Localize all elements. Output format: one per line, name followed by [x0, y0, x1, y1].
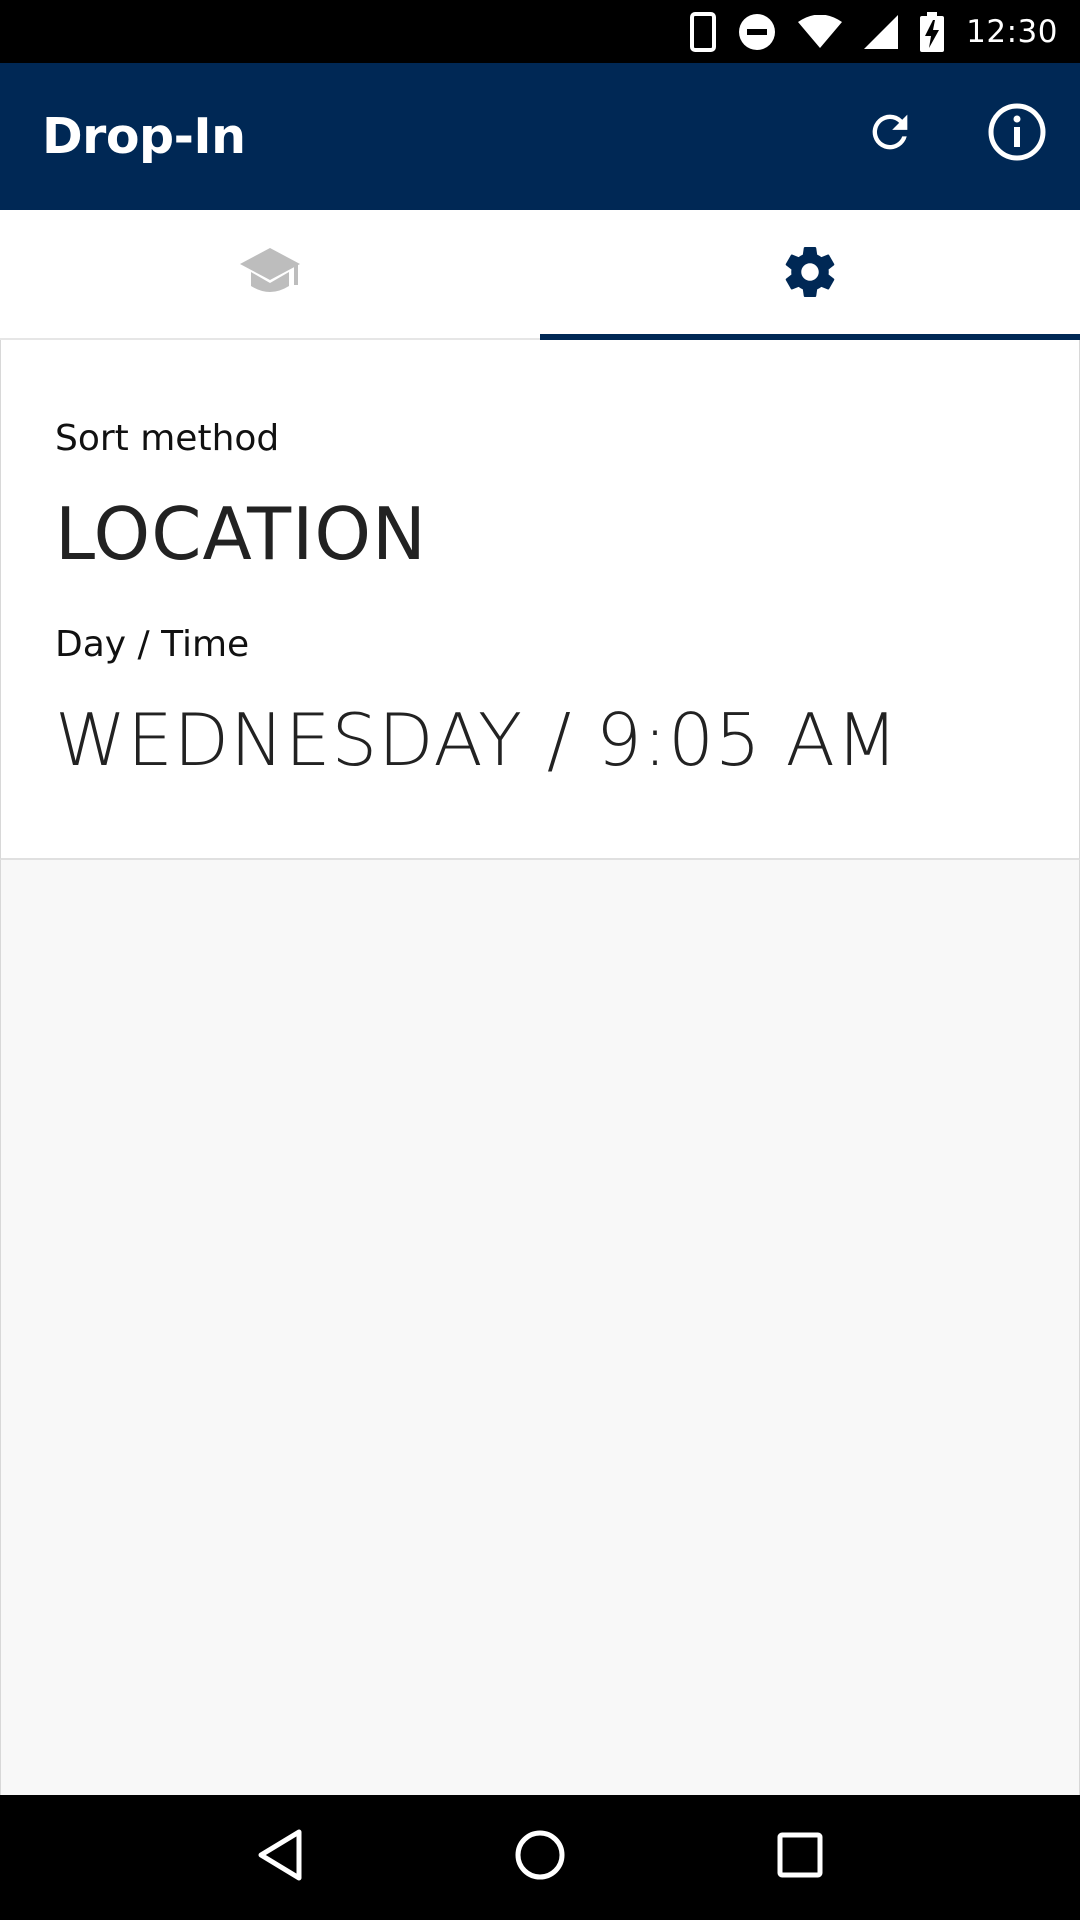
- home-icon: [514, 1829, 566, 1886]
- battery-charging-icon: [920, 11, 945, 52]
- gear-icon: [780, 242, 840, 307]
- tab-classes[interactable]: [0, 210, 540, 338]
- recents-button[interactable]: [755, 1813, 845, 1903]
- status-bar: 12:30: [0, 0, 1080, 63]
- empty-content-area: [0, 860, 1080, 1795]
- wifi-icon: [798, 14, 843, 49]
- app-screen: 12:30 Drop-In Sort method LOCATION Day /…: [0, 0, 1080, 1920]
- navigation-bar: [0, 1795, 1080, 1920]
- app-bar: Drop-In: [0, 63, 1080, 210]
- sort-method-label: Sort method: [55, 418, 280, 459]
- back-button[interactable]: [235, 1813, 325, 1903]
- refresh-button[interactable]: [854, 98, 926, 170]
- page-title: Drop-In: [42, 108, 246, 165]
- settings-card: Sort method LOCATION Day / Time WEDNESDA…: [0, 340, 1080, 860]
- back-icon: [255, 1828, 305, 1887]
- tab-bar: [0, 210, 1080, 340]
- recents-icon: [776, 1831, 824, 1884]
- tab-settings[interactable]: [540, 210, 1080, 340]
- status-time: 12:30: [966, 13, 1058, 50]
- home-button[interactable]: [495, 1813, 585, 1903]
- day-time-value[interactable]: WEDNESDAY / 9:05 AM: [55, 698, 899, 782]
- refresh-icon: [864, 106, 916, 163]
- day-time-label: Day / Time: [55, 624, 250, 665]
- info-button[interactable]: [981, 98, 1053, 170]
- graduation-cap-icon: [238, 244, 302, 305]
- do-not-disturb-icon: [738, 13, 776, 51]
- cell-signal-icon: [864, 14, 899, 49]
- phone-vibrate-icon: [690, 11, 717, 52]
- sort-method-value[interactable]: LOCATION: [55, 492, 427, 576]
- info-icon: [987, 102, 1047, 167]
